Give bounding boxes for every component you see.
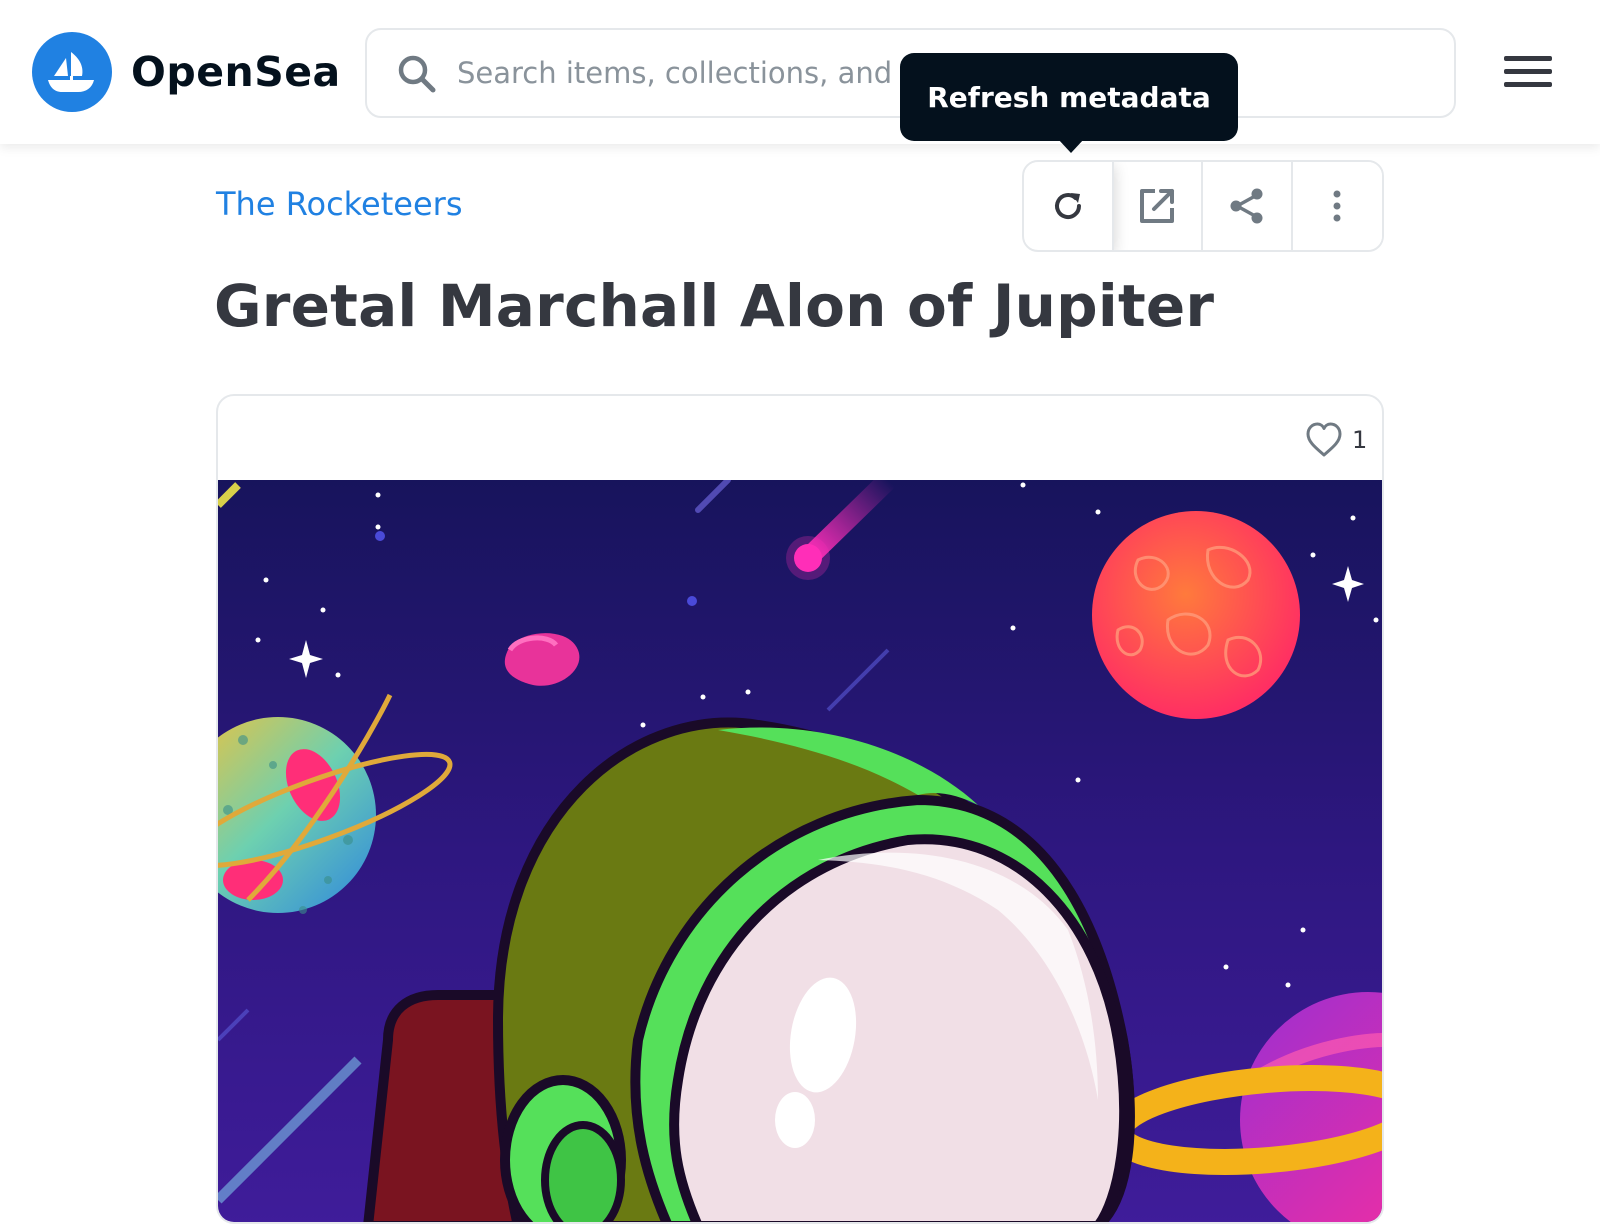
collection-link[interactable]: The Rocketeers xyxy=(216,182,462,226)
external-link-icon xyxy=(1140,189,1175,223)
opensea-logo-icon[interactable] xyxy=(32,32,112,112)
refresh-metadata-button[interactable] xyxy=(1024,162,1114,250)
more-vertical-icon xyxy=(1333,190,1341,222)
nft-artwork-image[interactable] xyxy=(218,480,1382,1224)
brand-name[interactable]: OpenSea xyxy=(131,44,341,100)
asset-title: Gretal Marchall Alon of Jupiter xyxy=(214,272,1215,340)
search-icon xyxy=(398,55,436,93)
top-navbar: OpenSea xyxy=(0,0,1600,144)
heart-icon[interactable] xyxy=(1304,420,1344,460)
asset-action-group xyxy=(1022,160,1384,252)
refresh-icon xyxy=(1054,193,1081,220)
tooltip-text: Refresh metadata xyxy=(927,80,1211,114)
view-original-button[interactable] xyxy=(1113,162,1203,250)
asset-image-card: 1 xyxy=(216,394,1384,1224)
hamburger-menu-icon[interactable] xyxy=(1500,52,1556,92)
refresh-metadata-tooltip: Refresh metadata xyxy=(900,53,1238,141)
tooltip-arrow xyxy=(1058,139,1084,153)
share-button[interactable] xyxy=(1203,162,1293,250)
card-header: 1 xyxy=(218,396,1382,480)
more-options-button[interactable] xyxy=(1292,162,1382,250)
like-count: 1 xyxy=(1352,426,1368,454)
share-icon xyxy=(1230,188,1263,224)
